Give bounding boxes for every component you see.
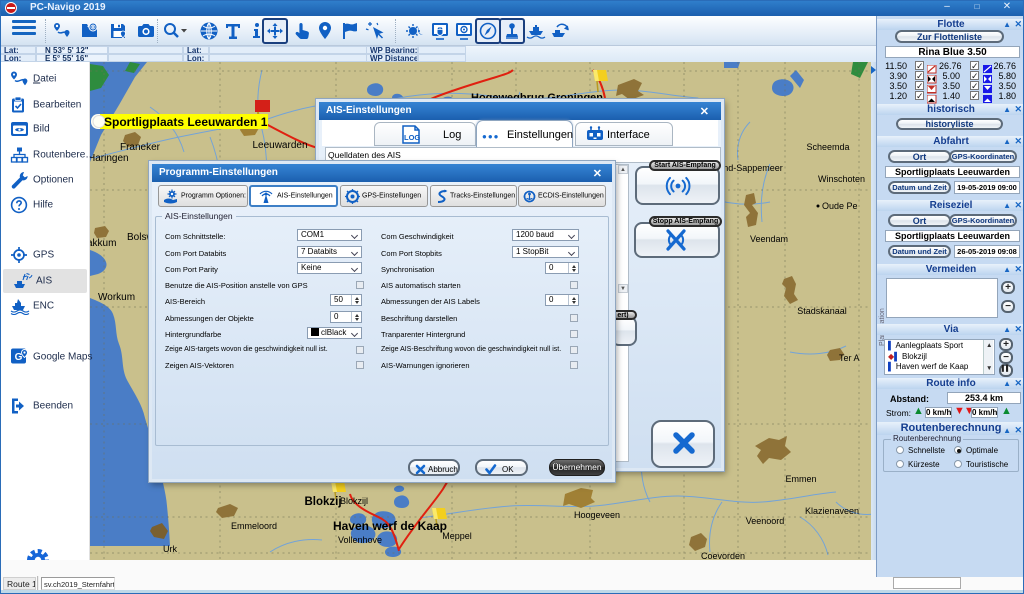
- svg-text:Hoogeveen: Hoogeveen: [574, 510, 620, 520]
- svg-text:Haringen: Haringen: [90, 153, 129, 164]
- svg-text:Leeuwarden: Leeuwarden: [252, 140, 307, 151]
- svg-text:LOG: LOG: [404, 133, 420, 142]
- svg-text:Veendam: Veendam: [750, 234, 788, 244]
- svg-text:Haven werf de Kaap: Haven werf de Kaap: [333, 519, 447, 533]
- svg-text:akkum: akkum: [90, 238, 116, 249]
- svg-text:Stadskanaal: Stadskanaal: [797, 306, 847, 316]
- svg-text:Franeker: Franeker: [120, 142, 161, 153]
- svg-text:Ter A: Ter A: [839, 353, 860, 363]
- svg-text:Oude Pe: Oude Pe: [822, 201, 858, 211]
- svg-text:Coevorden: Coevorden: [701, 551, 745, 560]
- svg-text:Emmen: Emmen: [785, 474, 816, 484]
- svg-text:Winschoten: Winschoten: [818, 174, 865, 184]
- svg-text:Veenoord: Veenoord: [746, 516, 785, 526]
- svg-text:Workum: Workum: [98, 292, 135, 303]
- svg-text:Scheemda: Scheemda: [806, 142, 849, 152]
- svg-text:Blokzij: Blokzij: [304, 496, 341, 508]
- svg-text:Emmeloord: Emmeloord: [231, 521, 277, 531]
- svg-text:Vollenhove: Vollenhove: [338, 535, 382, 545]
- svg-text:Blokzijl: Blokzijl: [340, 496, 368, 506]
- svg-text:Urk: Urk: [163, 544, 177, 554]
- svg-text:Klazienaveen: Klazienaveen: [805, 506, 859, 516]
- svg-text:Sportligplaats Leeuwarden 1: Sportligplaats Leeuwarden 1: [104, 115, 268, 129]
